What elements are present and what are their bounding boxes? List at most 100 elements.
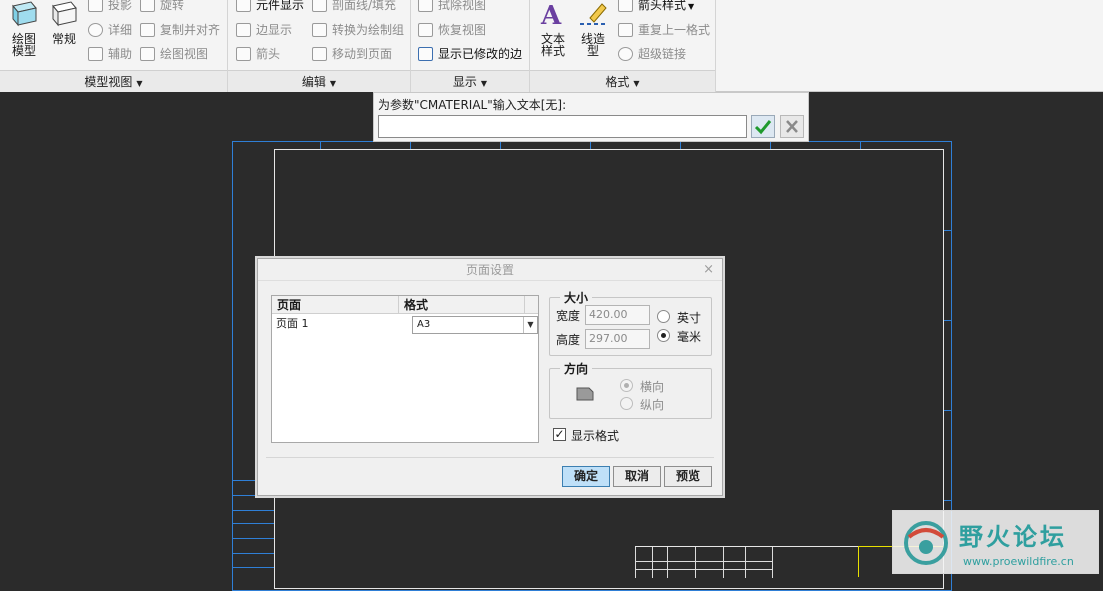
projection-label: 投影 [108,0,133,12]
ok-button[interactable]: 确定 [562,466,610,487]
show-format-label: 显示格式 [571,429,620,443]
preview-button[interactable]: 预览 [664,466,712,487]
format-select[interactable]: A3 ▼ [412,316,538,334]
orientation-landscape-radio[interactable] [620,379,633,392]
group-model-views: 绘图 模型 常规 投影 旋转 详细 复制并对齐 辅助 绘图视图 模型视图 ▼ [0,0,228,92]
rotate-button[interactable]: 旋转 [140,0,184,15]
restore-view-button[interactable]: 恢复视图 [418,20,486,40]
group-format-text: 格式 [605,75,630,89]
parameter-text-input[interactable] [378,115,747,138]
copy-align-label: 复制并对齐 [160,23,221,37]
svg-text:A: A [540,1,562,28]
column-header-page[interactable]: 页面 [272,296,399,314]
unit-mm-label: 毫米 [677,330,702,344]
move-to-page-button[interactable]: 移动到页面 [312,44,392,64]
projection-button[interactable]: 投影 [88,0,132,15]
dialog-title: 页面设置 [258,259,722,281]
accept-button[interactable] [751,115,775,138]
unit-mm-radio[interactable] [657,329,670,342]
width-label: 宽度 [556,309,581,323]
orientation-landscape-label: 横向 [640,380,665,394]
hyperlink-button[interactable]: 超级链接 [618,44,686,64]
copy-align-button[interactable]: 复制并对齐 [140,20,220,40]
arrow-style-button[interactable]: 箭头样式 ▼ [618,0,694,15]
edge-display-button[interactable]: 边显示 [236,20,292,40]
drawing-view-label: 绘图视图 [160,47,209,61]
orientation-portrait-radio[interactable] [620,397,633,410]
cancel-button[interactable]: 取消 [613,466,661,487]
erase-view-button[interactable]: 拭除视图 [418,0,486,15]
table-cell-page[interactable]: 页面 1 [272,315,399,333]
line-style-icon [580,3,607,25]
format-select-value: A3 [417,319,431,330]
convert-group-button[interactable]: 转换为绘制组 [312,20,404,40]
component-display-button[interactable]: 元件显示 [236,0,304,15]
text-style-label: 文本 样式 [540,32,565,58]
dialog-separator [266,457,714,458]
group-model-views-text: 模型视图 [84,75,133,89]
component-display-icon [236,0,251,12]
show-modified-edges-icon [418,47,433,61]
text-style-button[interactable]: A 文本 样式 [532,0,574,66]
convert-group-icon [312,23,327,37]
general-view-label: 常规 [51,32,76,46]
move-to-page-icon [312,47,327,61]
page-orientation-icon [576,387,594,401]
unit-inch-label: 英寸 [677,311,702,325]
group-edit-text: 编辑 [301,75,326,89]
group-display-label[interactable]: 显示 ▼ [411,70,529,92]
chevron-down-icon[interactable]: ▼ [523,317,537,333]
auxiliary-icon [88,47,103,61]
detailed-button[interactable]: 详细 [88,20,132,40]
drawing-model-icon [12,1,37,27]
height-label: 高度 [556,333,581,347]
show-format-checkbox[interactable]: ✓ [553,428,566,441]
repeat-format-button[interactable]: 重复上一格式 [618,20,710,40]
restore-view-icon [418,23,433,37]
hyperlink-icon [618,47,633,61]
restore-view-label: 恢复视图 [438,23,487,37]
forum-watermark: 野火论坛 www.proewildfire.cn [892,510,1099,574]
height-field[interactable]: 297.00 [585,329,650,349]
arrow-button[interactable]: 箭头 [236,44,280,64]
detailed-icon [88,23,103,37]
width-field[interactable]: 420.00 [585,305,650,325]
drawing-view-button[interactable]: 绘图视图 [140,44,208,64]
unit-inch-radio[interactable] [657,310,670,323]
cancel-prompt-button[interactable] [780,115,804,138]
chevron-down-icon: ▼ [480,79,488,88]
page-table: 页面 格式 页面 1 A3 ▼ [271,295,539,443]
page-setup-dialog: 页面设置 × 页面 格式 页面 1 A3 ▼ 大小 宽度 420.00 高度 2… [257,258,723,496]
copy-align-icon [140,23,155,37]
move-to-page-label: 移动到页面 [332,47,393,61]
group-format: A 文本 样式 线造 型 箭头样式 ▼ 重复上一格式 超级链接 格式 ▼ [530,0,716,92]
erase-view-icon [418,0,433,12]
close-icon[interactable]: × [703,259,714,281]
xsection-fill-button[interactable]: 剖面线/填充 [312,0,396,15]
rotate-label: 旋转 [160,0,185,12]
group-format-label[interactable]: 格式 ▼ [530,70,715,92]
close-icon [786,120,798,133]
edge-display-label: 边显示 [256,23,293,37]
show-modified-edges-button[interactable]: 显示已修改的边 [418,44,522,64]
projection-icon [88,0,103,12]
arrow-style-label: 箭头样式 [638,0,687,12]
convert-group-label: 转换为绘制组 [332,23,405,37]
column-header-format[interactable]: 格式 [399,296,525,314]
arrow-style-icon [618,0,633,12]
group-edit-label[interactable]: 编辑 ▼ [228,70,410,92]
column-header-filler [525,296,538,314]
line-style-label: 线造 型 [580,32,605,58]
show-modified-edges-label: 显示已修改的边 [438,47,523,61]
rotate-icon [140,0,155,12]
group-model-views-label[interactable]: 模型视图 ▼ [0,70,227,92]
line-style-button[interactable]: 线造 型 [572,0,614,66]
drawing-model-button[interactable]: 绘图 模型 [3,0,45,66]
group-display-text: 显示 [452,75,477,89]
general-view-button[interactable]: 常规 [43,0,85,66]
auxiliary-button[interactable]: 辅助 [88,44,132,64]
arrow-icon [236,47,251,61]
chevron-down-icon: ▼ [688,2,695,11]
arrow-label: 箭头 [256,47,281,61]
orientation-legend: 方向 [564,362,589,376]
